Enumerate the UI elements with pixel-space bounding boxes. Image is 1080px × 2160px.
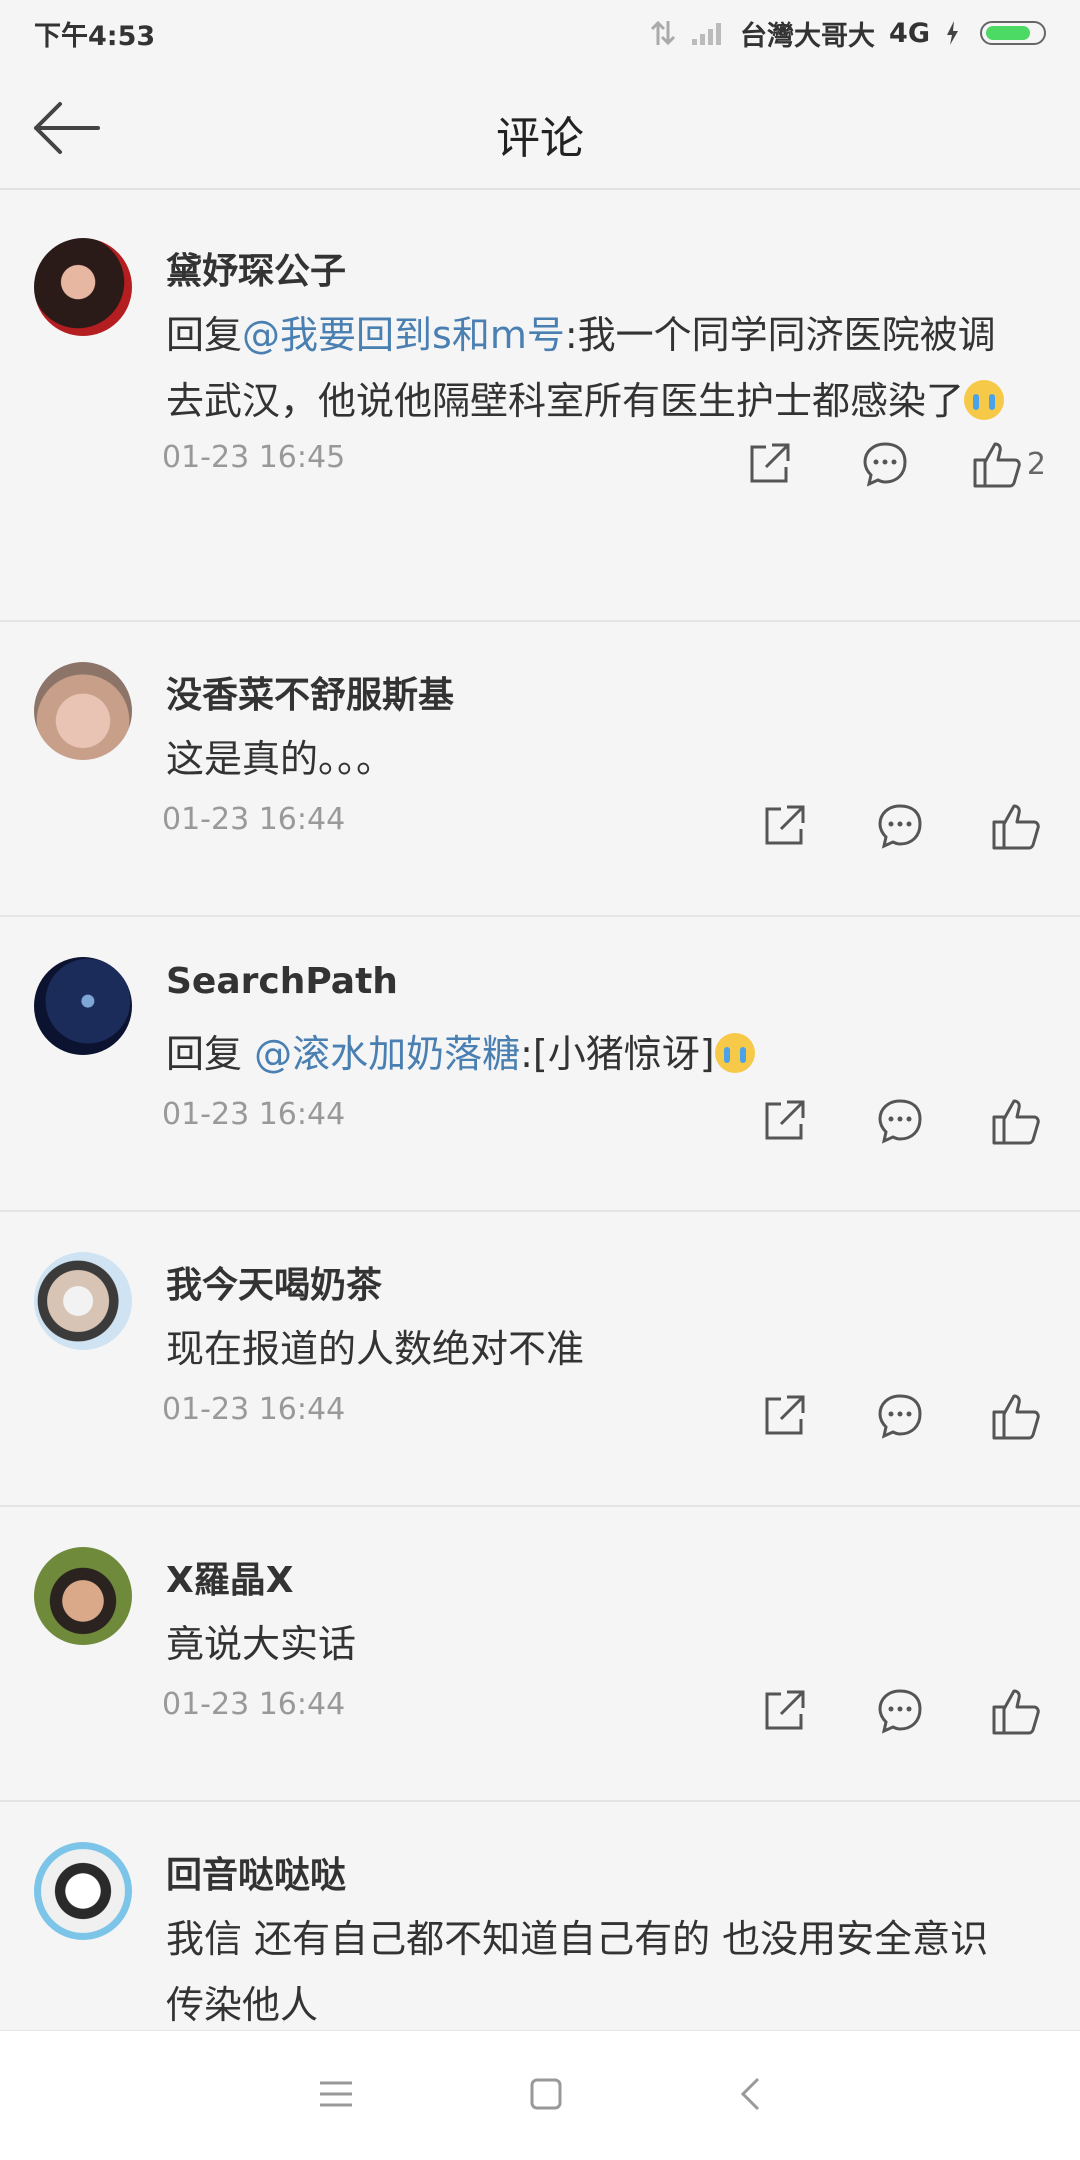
menu-icon — [319, 2081, 352, 2106]
like-button[interactable] — [986, 796, 1046, 856]
comment-item: 我今天喝奶茶 现在报道的人数绝对不准 01-23 16:44 — [0, 1212, 1080, 1507]
network-type: 4G — [889, 17, 930, 49]
reply-button[interactable] — [870, 796, 930, 856]
comment-list[interactable]: 黛妤琛公子 回复@我要回到s和m号:我一个同学同济医院被调去武汉，他说他隔壁科室… — [0, 198, 1080, 2102]
comment-actions — [754, 796, 1046, 856]
share-icon — [765, 1395, 805, 1435]
comment-item: 没香菜不舒服斯基 这是真的。。。 01-23 16:44 — [0, 622, 1080, 917]
mention-link[interactable]: @滚水加奶落糖 — [254, 1032, 520, 1076]
like-count: 2 — [1026, 446, 1046, 482]
comment-bubble-icon — [863, 442, 907, 487]
comment-text: 回复 @滚水加奶落糖:[小猪惊讶] — [166, 1021, 1026, 1087]
comment-actions: 2 — [739, 434, 1046, 494]
avatar[interactable] — [34, 1842, 132, 1940]
comment-body: 这是真的。。。 — [166, 737, 395, 781]
battery-icon — [980, 21, 1046, 45]
comment-username[interactable]: X羅晶X — [166, 1551, 294, 1603]
comment-item: X羅晶X 竟说大实话 01-23 16:44 — [0, 1507, 1080, 1802]
comment-bubble-icon — [878, 1099, 922, 1144]
page-title: 评论 — [496, 113, 584, 164]
comment-item: 黛妤琛公子 回复@我要回到s和m号:我一个同学同济医院被调去武汉，他说他隔壁科室… — [0, 198, 1080, 622]
status-bar: 下午4:53 台灣大哥大 4G — [0, 0, 1080, 66]
comment-username[interactable]: 没香菜不舒服斯基 — [166, 666, 454, 718]
system-back-button[interactable] — [738, 2076, 762, 2116]
share-button[interactable] — [754, 1091, 814, 1151]
home-square-icon — [530, 2078, 562, 2109]
share-icon — [765, 1100, 805, 1140]
share-button[interactable] — [754, 1386, 814, 1446]
reply-prefix: 回复 — [166, 1032, 255, 1076]
home-button[interactable] — [529, 2077, 563, 2115]
thumbs-up-icon — [992, 1689, 1040, 1735]
avatar[interactable] — [34, 957, 132, 1055]
app-bar: 评论 — [0, 66, 1080, 190]
reply-button[interactable] — [870, 1386, 930, 1446]
comment-time: 01-23 16:45 — [162, 440, 346, 475]
share-button[interactable] — [754, 796, 814, 856]
comment-text: 现在报道的人数绝对不准 — [166, 1316, 1026, 1382]
share-icon — [765, 805, 805, 845]
share-icon — [750, 443, 790, 483]
comment-item: SearchPath 回复 @滚水加奶落糖:[小猪惊讶] 01-23 16:44 — [0, 917, 1080, 1212]
comment-body: 竟说大实话 — [166, 1622, 357, 1666]
avatar[interactable] — [34, 1252, 132, 1350]
thumbs-up-icon — [992, 1394, 1040, 1440]
comment-username[interactable]: 黛妤琛公子 — [166, 242, 346, 294]
comment-body: :[小猪惊讶] — [520, 1032, 715, 1076]
comment-time: 01-23 16:44 — [162, 802, 346, 837]
share-button[interactable] — [739, 434, 799, 494]
comment-time: 01-23 16:44 — [162, 1687, 346, 1722]
mention-link[interactable]: @我要回到s和m号 — [242, 313, 565, 357]
comment-time: 01-23 16:44 — [162, 1392, 346, 1427]
comment-body: 现在报道的人数绝对不准 — [166, 1327, 585, 1371]
comment-body: 我信 还有自己都不知道自己有的 也没用安全意识 传染他人 — [166, 1917, 989, 2027]
comment-text: 这是真的。。。 — [166, 726, 1026, 792]
comment-text: 竟说大实话 — [166, 1611, 1026, 1677]
crying-emoji-icon — [714, 1033, 755, 1073]
comment-actions — [754, 1386, 1046, 1446]
status-time: 下午4:53 — [34, 20, 156, 52]
like-button[interactable] — [986, 1386, 1046, 1446]
comment-username[interactable]: 回音哒哒哒 — [166, 1846, 346, 1898]
avatar[interactable] — [34, 662, 132, 760]
reply-button[interactable] — [870, 1091, 930, 1151]
share-icon — [765, 1690, 805, 1730]
reply-button[interactable] — [870, 1681, 930, 1741]
comment-actions — [754, 1681, 1046, 1741]
comment-text: 我信 还有自己都不知道自己有的 也没用安全意识 传染他人 — [166, 1906, 1026, 2038]
avatar[interactable] — [34, 1547, 132, 1645]
comment-bubble-icon — [878, 1394, 922, 1439]
menu-button[interactable] — [318, 2079, 354, 2113]
reply-button[interactable] — [855, 434, 915, 494]
comment-bubble-icon — [878, 804, 922, 849]
crying-emoji-icon — [964, 380, 1005, 420]
thumbs-up-icon — [992, 804, 1040, 850]
share-button[interactable] — [754, 1681, 814, 1741]
system-nav-bar — [0, 2030, 1080, 2160]
comment-username[interactable]: SearchPath — [166, 961, 398, 1002]
reply-prefix: 回复 — [166, 313, 243, 357]
charging-icon — [947, 21, 958, 45]
thumbs-up-icon — [992, 1099, 1040, 1145]
thumbs-up-icon — [973, 442, 1021, 488]
comment-actions — [754, 1091, 1046, 1151]
comment-time: 01-23 16:44 — [162, 1097, 346, 1132]
like-button[interactable]: 2 — [971, 434, 1046, 494]
chevron-left-icon — [741, 2077, 760, 2110]
signal-icon — [692, 23, 722, 45]
comment-text: 回复@我要回到s和m号:我一个同学同济医院被调去武汉，他说他隔壁科室所有医生护士… — [166, 302, 1026, 434]
comment-username[interactable]: 我今天喝奶茶 — [166, 1256, 382, 1308]
avatar[interactable] — [34, 238, 132, 336]
like-button[interactable] — [986, 1091, 1046, 1151]
data-transfer-icon — [650, 20, 676, 46]
status-icons: 台灣大哥大 4G — [650, 14, 1046, 53]
like-button[interactable] — [986, 1681, 1046, 1741]
comment-bubble-icon — [878, 1689, 922, 1734]
carrier-name: 台灣大哥大 — [740, 20, 876, 52]
